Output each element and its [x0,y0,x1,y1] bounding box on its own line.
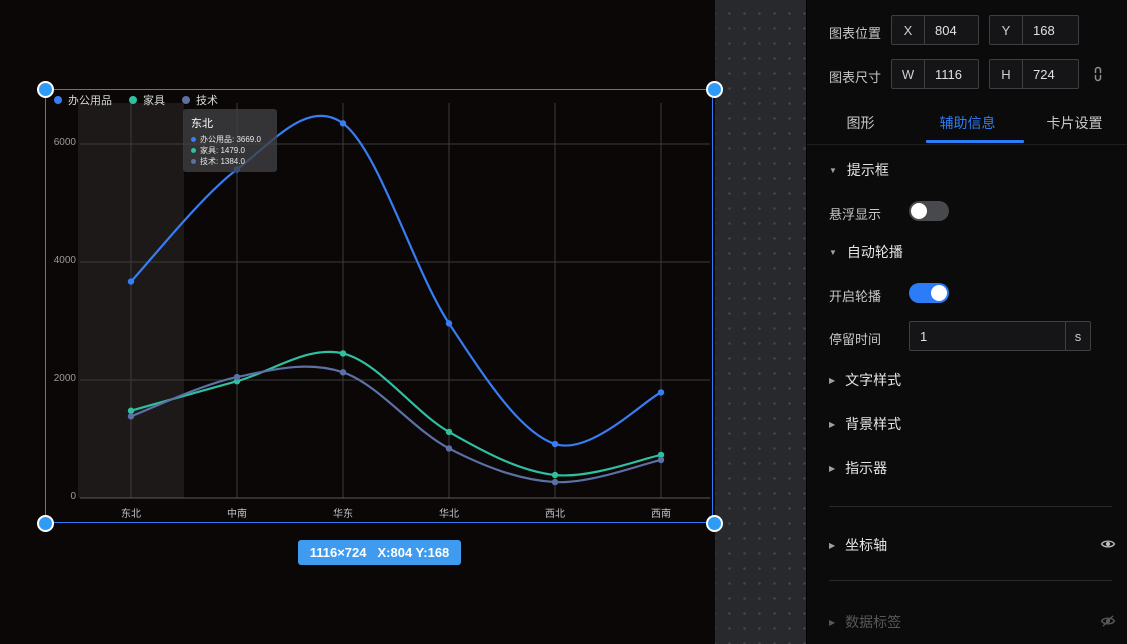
h-prefix: H [990,60,1023,88]
section-title: 提示框 [847,160,889,180]
y-axis-tick-label: 2000 [30,373,76,384]
tooltip-series-dot [191,137,196,142]
tooltip-rows: 办公用品: 3669.0家具: 1479.0技术: 1384.0 [191,134,269,167]
x-value[interactable]: 804 [925,16,978,44]
section-tooltip-box[interactable]: ▼ 提示框 [829,160,889,180]
collapse-caret-right-icon: ▶ [829,464,835,473]
x-axis-category-label: 华北 [409,505,489,520]
data-label-hidden-eye-off-icon[interactable] [1100,613,1116,629]
w-value[interactable]: 1116 [925,60,978,88]
x-prefix: X [892,16,925,44]
series-家具 [128,350,664,478]
resize-handle-bottom-right[interactable] [706,515,723,532]
badge-position: X:804 Y:168 [377,545,449,560]
divider [829,506,1112,507]
tooltip-row-text: 家具: 1479.0 [200,145,245,156]
section-auto-carousel[interactable]: ▼ 自动轮播 [829,242,903,262]
section-coordinate-axis[interactable]: ▶ 坐标轴 [829,535,887,555]
section-title: 数据标签 [845,612,901,632]
collapse-caret-right-icon: ▶ [829,618,835,627]
dwell-time-unit: s [1065,322,1090,350]
y-prefix: Y [990,16,1023,44]
enable-carousel-label: 开启轮播 [829,286,881,305]
legend-dot [54,96,62,104]
enable-carousel-toggle[interactable] [909,283,949,303]
settings-panel: 图表位置 X 804 Y 168 图表尺寸 W 1116 H 724 图形 辅助… [806,0,1127,644]
section-indicator[interactable]: ▶ 指示器 [829,458,887,478]
resize-handle-top-right[interactable] [706,81,723,98]
active-tab-underline [926,140,1024,143]
x-axis-category-label: 华东 [303,505,383,520]
section-data-label[interactable]: ▶ 数据标签 [829,612,901,632]
legend-item-office[interactable]: 办公用品 [54,92,112,108]
collapse-caret-right-icon: ▶ [829,376,835,385]
resize-handle-top-left[interactable] [37,81,54,98]
toggle-knob [931,285,947,301]
hover-display-label: 悬浮显示 [829,204,881,223]
tooltip-row: 办公用品: 3669.0 [191,134,269,145]
x-axis-category-label: 西南 [621,505,701,520]
position-x-input[interactable]: X 804 [891,15,979,45]
tooltip-title: 东北 [191,115,269,131]
series-技术 [128,367,664,486]
size-w-input[interactable]: W 1116 [891,59,979,89]
size-h-input[interactable]: H 724 [989,59,1079,89]
dwell-time-label: 停留时间 [829,329,881,348]
tooltip-row-text: 技术: 1384.0 [200,156,245,167]
tooltip-series-dot [191,148,196,153]
hover-display-toggle[interactable] [909,201,949,221]
workspace-dotted-background [715,0,806,644]
chart-position-label: 图表位置 [829,23,881,42]
y-value[interactable]: 168 [1023,16,1078,44]
axis-visibility-eye-icon[interactable] [1100,536,1116,552]
section-title: 文字样式 [845,370,901,390]
resize-handle-bottom-left[interactable] [37,515,54,532]
tab-auxiliary-info[interactable]: 辅助信息 [914,103,1021,144]
collapse-caret-down-icon: ▼ [829,166,837,175]
badge-size: 1116×724 [310,545,367,560]
tooltip-series-dot [191,159,196,164]
legend-dot [129,96,137,104]
x-axis-category-label: 东北 [91,505,171,520]
collapse-caret-right-icon: ▶ [829,420,835,429]
section-title: 背景样式 [845,414,901,434]
collapse-caret-right-icon: ▶ [829,541,835,550]
legend-item-furniture[interactable]: 家具 [129,92,165,108]
x-axis-category-label: 中南 [197,505,277,520]
section-title: 自动轮播 [847,242,903,262]
legend-label: 技术 [196,92,218,108]
section-title: 坐标轴 [845,535,887,555]
dwell-time-value[interactable]: 1 [910,322,1065,350]
x-axis-category-label: 西北 [515,505,595,520]
toggle-knob [911,203,927,219]
h-value[interactable]: 724 [1023,60,1078,88]
tab-card-settings[interactable]: 卡片设置 [1021,103,1127,144]
position-y-input[interactable]: Y 168 [989,15,1079,45]
collapse-caret-down-icon: ▼ [829,248,837,257]
dwell-time-input[interactable]: 1 s [909,321,1091,351]
divider [829,580,1112,581]
legend-label: 办公用品 [68,92,112,108]
w-prefix: W [892,60,925,88]
tooltip-row-text: 办公用品: 3669.0 [200,134,261,145]
design-canvas[interactable]: 办公用品 家具 技术 东北 办公用品: 3669.0家具: 1479.0技术: … [0,0,715,644]
size-position-badge: 1116×724 X:804 Y:168 [298,540,461,565]
chart-legend: 办公用品 家具 技术 [54,92,218,108]
section-text-style[interactable]: ▶ 文字样式 [829,370,901,390]
y-axis-tick-label: 4000 [30,255,76,266]
section-title: 指示器 [845,458,887,478]
panel-tabs: 图形 辅助信息 卡片设置 [807,103,1127,145]
tooltip-row: 家具: 1479.0 [191,145,269,156]
section-background-style[interactable]: ▶ 背景样式 [829,414,901,434]
legend-label: 家具 [143,92,165,108]
chart-tooltip: 东北 办公用品: 3669.0家具: 1479.0技术: 1384.0 [183,109,277,172]
y-axis-tick-label: 0 [30,491,76,502]
chart-size-label: 图表尺寸 [829,67,881,86]
tab-graphic[interactable]: 图形 [807,103,914,144]
aspect-link-icon[interactable] [1090,66,1106,82]
legend-item-tech[interactable]: 技术 [182,92,218,108]
legend-dot [182,96,190,104]
y-axis-tick-label: 6000 [30,137,76,148]
tooltip-row: 技术: 1384.0 [191,156,269,167]
